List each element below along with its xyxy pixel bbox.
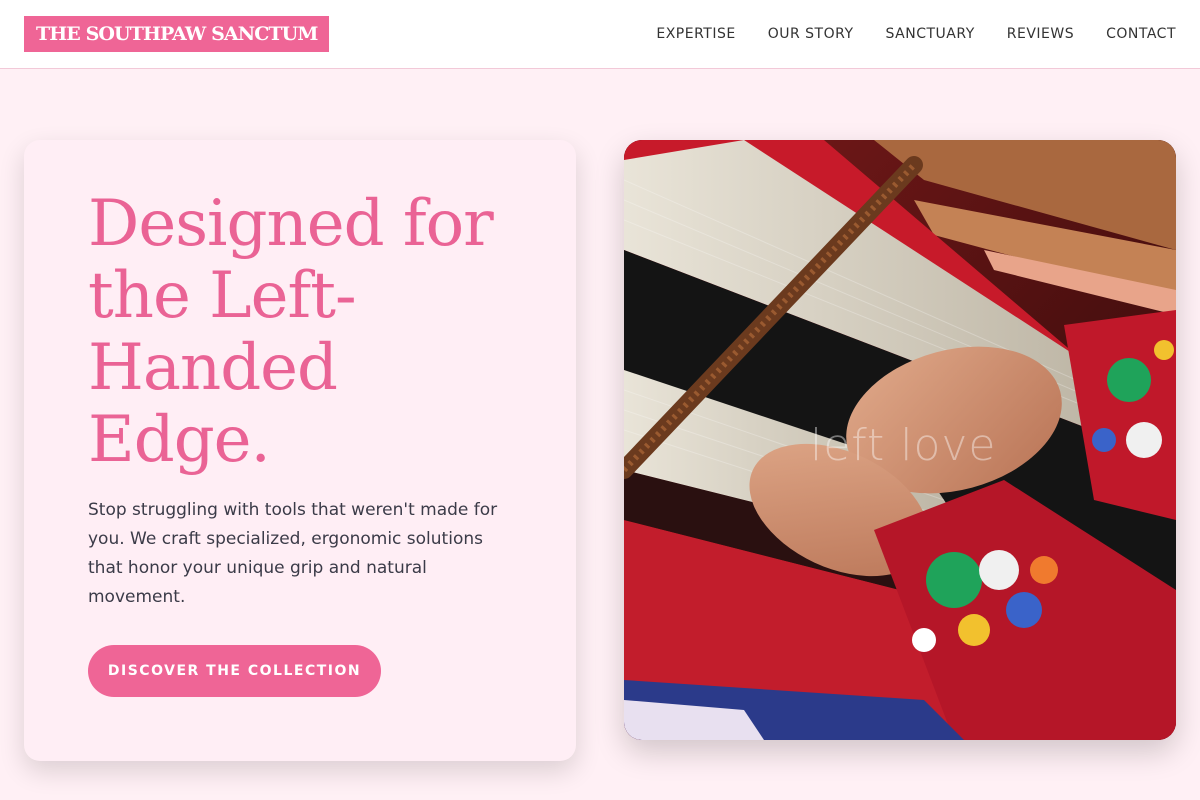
discover-collection-button[interactable]: DISCOVER THE COLLECTION — [88, 645, 381, 697]
hero-description: Stop struggling with tools that weren't … — [88, 500, 498, 607]
main-nav: EXPERTISE OUR STORY SANCTUARY REVIEWS CO… — [656, 0, 1176, 68]
nav-item-contact[interactable]: CONTACT — [1106, 26, 1176, 42]
nav-item-expertise[interactable]: EXPERTISE — [656, 26, 735, 42]
hero-image: left love — [624, 140, 1176, 740]
site-header: THE SOUTHPAW SANCTUM EXPERTISE OUR STORY… — [0, 0, 1200, 69]
image-overlay-text: left love — [810, 420, 997, 471]
nav-item-sanctuary[interactable]: SANCTUARY — [886, 26, 975, 42]
hero-title: Designed for the Left-Handed Edge. — [88, 187, 494, 477]
brand-logo[interactable]: THE SOUTHPAW SANCTUM — [24, 16, 330, 52]
nav-item-our-story[interactable]: OUR STORY — [768, 26, 854, 42]
nav-item-reviews[interactable]: REVIEWS — [1007, 26, 1074, 42]
hero-card: Designed for the Left-Handed Edge. Stop … — [24, 140, 576, 761]
